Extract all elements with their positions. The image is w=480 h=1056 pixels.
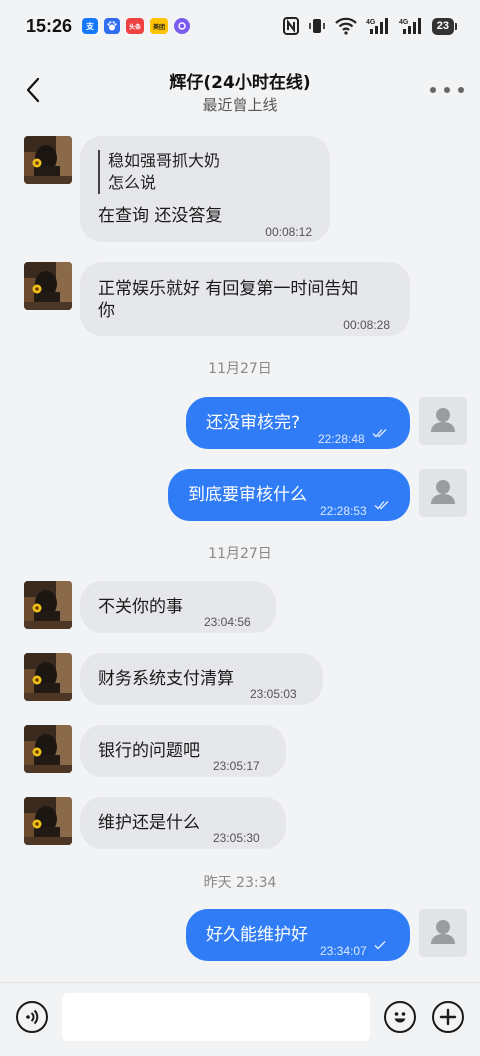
message-time: 00:08:12 xyxy=(265,225,312,239)
contact-avatar[interactable] xyxy=(24,136,72,184)
my-avatar[interactable] xyxy=(419,397,467,445)
dot-icon xyxy=(458,87,464,93)
dot-icon xyxy=(430,87,436,93)
message-bubble-incoming[interactable]: 维护还是什么 23:05:30 xyxy=(80,797,286,849)
message-bubble-incoming[interactable]: 稳如强哥抓大奶 怎么说 在查询 还没答复 00:08:12 xyxy=(80,136,330,242)
contact-avatar[interactable] xyxy=(24,725,72,773)
date-separator: 11月27日 xyxy=(208,361,272,377)
chat-header: 辉仔(24小时在线) 最近曾上线 xyxy=(0,52,480,124)
message-text: 不关你的事 xyxy=(98,597,183,617)
read-receipt-icon xyxy=(372,428,388,438)
person-icon xyxy=(419,397,467,445)
more-actions-button[interactable] xyxy=(432,1001,464,1033)
date-separator: 11月27日 xyxy=(208,546,272,562)
sent-check-icon xyxy=(372,940,388,950)
message-text: 到底要审核什么 xyxy=(188,485,307,505)
message-time: 23:05:30 xyxy=(213,831,260,845)
contact-avatar[interactable] xyxy=(24,262,72,310)
svg-text:4G: 4G xyxy=(366,19,376,26)
voice-icon xyxy=(26,1009,39,1025)
message-time: 23:05:03 xyxy=(250,687,297,701)
contact-name: 辉仔(24小时在线) xyxy=(169,73,311,93)
contact-avatar[interactable] xyxy=(24,581,72,629)
alipay-icon: 支 xyxy=(82,18,99,34)
toutiao-icon: 头条 xyxy=(126,18,145,34)
message-bubble-incoming[interactable]: 正常娱乐就好 有回复第一时间告知 你 00:08:28 xyxy=(80,262,410,336)
message-text: 你 xyxy=(98,301,115,321)
vibrate-icon xyxy=(308,17,326,35)
smiley-icon xyxy=(394,1012,406,1023)
dot-icon xyxy=(444,87,450,93)
message-time: 00:08:28 xyxy=(343,318,390,332)
message-bubble-outgoing[interactable]: 到底要审核什么 22:28:53 xyxy=(168,469,410,521)
person-icon xyxy=(419,469,467,517)
message-time: 23:04:56 xyxy=(204,615,251,629)
signal-4g-icon: 4G xyxy=(366,17,390,35)
status-time: 15:26 xyxy=(26,15,73,36)
contact-avatar[interactable] xyxy=(24,653,72,701)
read-receipt-icon xyxy=(374,500,390,510)
svg-text:4G: 4G xyxy=(399,19,409,26)
message-bubble-incoming[interactable]: 财务系统支付清算 23:05:03 xyxy=(80,653,323,705)
message-input[interactable] xyxy=(62,993,370,1041)
message-bubble-incoming[interactable]: 银行的问题吧 23:05:17 xyxy=(80,725,286,777)
message-time: 23:34:07 xyxy=(320,944,367,958)
wifi-icon xyxy=(334,17,357,35)
message-bubble-outgoing[interactable]: 还没审核完? 22:28:48 xyxy=(186,397,410,449)
emoji-button[interactable] xyxy=(384,1001,416,1033)
status-bar: 15:26 支 头条 美团 4G 4G 23 xyxy=(0,0,480,52)
voice-input-button[interactable] xyxy=(16,1001,48,1033)
last-seen-status: 最近曾上线 xyxy=(202,96,278,114)
my-avatar[interactable] xyxy=(419,909,467,957)
signal-4g-icon: 4G xyxy=(399,17,423,35)
contact-avatar[interactable] xyxy=(24,797,72,845)
message-bubble-incoming[interactable]: 不关你的事 23:04:56 xyxy=(80,581,276,633)
quoted-text: 怎么说 xyxy=(108,173,157,192)
my-avatar[interactable] xyxy=(419,469,467,517)
quoted-message: 稳如强哥抓大奶 怎么说 xyxy=(98,150,220,194)
message-text: 维护还是什么 xyxy=(98,813,200,833)
message-text: 在查询 还没答复 xyxy=(98,206,223,226)
notification-app-icons: 支 头条 美团 xyxy=(82,18,191,34)
system-status-icons: 4G 4G 23 xyxy=(282,17,458,35)
message-time: 23:05:17 xyxy=(213,759,260,773)
message-text: 正常娱乐就好 有回复第一时间告知 xyxy=(98,279,359,299)
message-text: 还没审核完? xyxy=(206,413,301,433)
message-text: 银行的问题吧 xyxy=(98,741,200,761)
message-text: 好久能维护好 xyxy=(206,925,308,945)
more-options-button[interactable] xyxy=(430,78,464,102)
baidu-icon xyxy=(104,18,121,34)
message-time: 22:28:48 xyxy=(318,432,365,446)
plus-icon xyxy=(439,1008,457,1026)
message-bubble-outgoing[interactable]: 好久能维护好 23:34:07 xyxy=(186,909,410,961)
message-input-bar xyxy=(0,982,480,1056)
message-time: 22:28:53 xyxy=(320,504,367,518)
battery-icon: 23 xyxy=(431,17,458,35)
person-icon xyxy=(419,909,467,957)
message-text: 财务系统支付清算 xyxy=(98,669,234,689)
app-icon xyxy=(174,18,191,34)
date-separator: 昨天 23:34 xyxy=(203,875,277,891)
meituan-icon: 美团 xyxy=(150,18,169,34)
quoted-text: 稳如强哥抓大奶 xyxy=(108,151,221,170)
nfc-icon xyxy=(282,17,299,35)
